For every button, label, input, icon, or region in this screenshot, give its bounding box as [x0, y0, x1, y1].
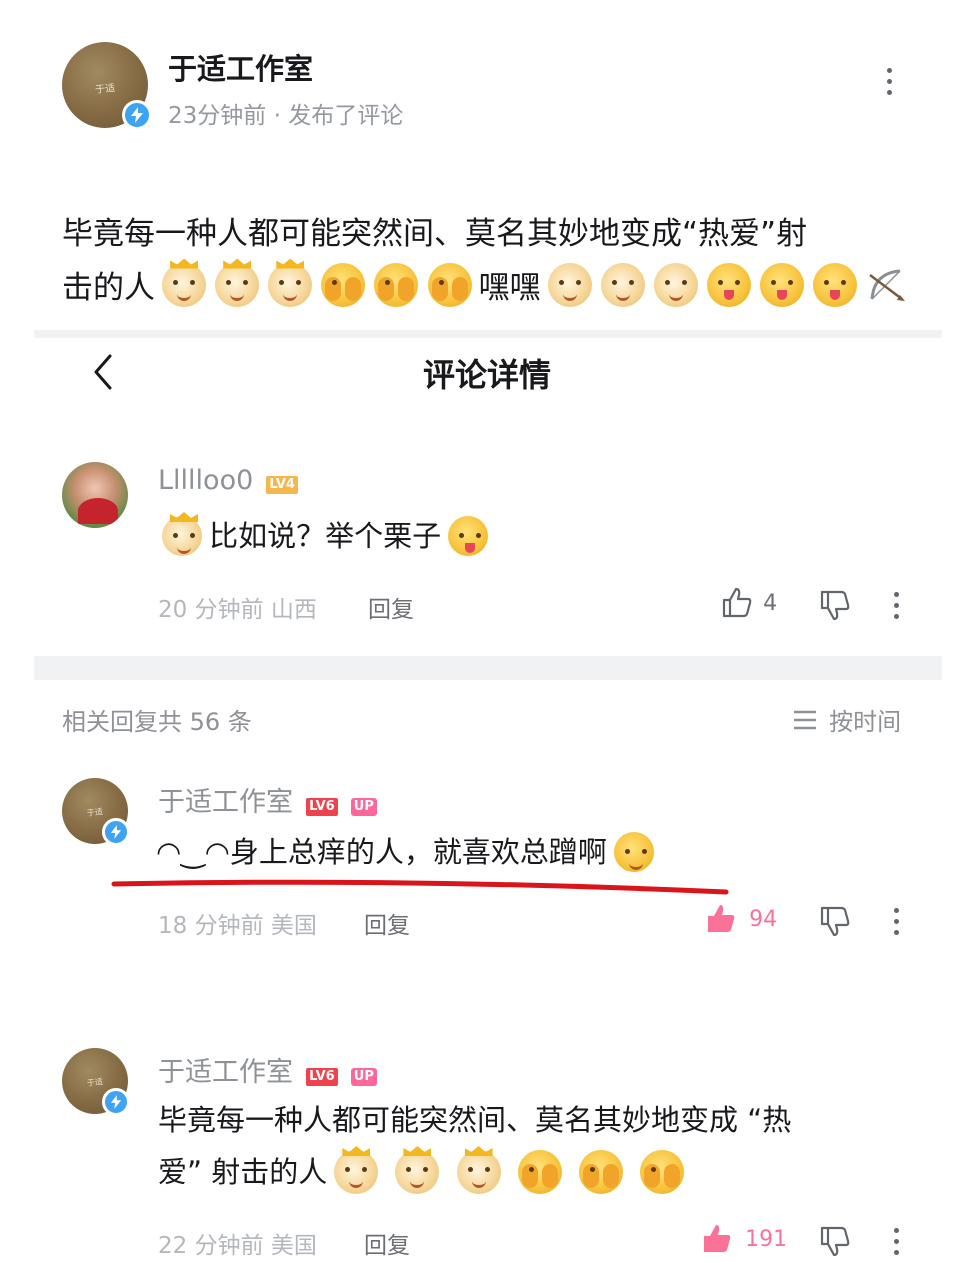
more-options-icon[interactable]	[894, 592, 900, 625]
reply-count-label: 相关回复共 56 条	[62, 708, 252, 736]
like-button[interactable]: 191	[700, 1222, 787, 1256]
bow-arrow-icon	[864, 263, 908, 307]
post-text-prefix: 击的人	[62, 270, 155, 306]
level-badge: LV4	[266, 475, 298, 494]
sort-icon	[794, 710, 816, 729]
like-button[interactable]: 4	[720, 586, 777, 620]
comment-text: 比如说？举个栗子	[160, 510, 490, 560]
reply-user: 于适工作室 LV6 UP	[158, 1050, 377, 1089]
smirk-emoji	[614, 832, 655, 872]
doge-emoji	[547, 262, 592, 307]
more-options-icon[interactable]	[887, 68, 893, 101]
face-cover-emoji	[578, 1150, 623, 1194]
doge-emoji	[600, 262, 645, 307]
level-badge: LV6	[306, 1067, 338, 1086]
post-text-line2: 击的人 嘿嘿	[62, 262, 908, 310]
reply-button[interactable]: 回复	[364, 906, 410, 940]
reply-text-line1: 毕竟每一种人都可能突然间、莫名其妙地变成 “热	[158, 1103, 792, 1137]
doge-emoji	[334, 1150, 379, 1194]
divider	[34, 330, 942, 338]
like-count: 4	[763, 590, 778, 616]
reply-username[interactable]: 于适工作室	[158, 787, 293, 818]
doge-emoji	[456, 1150, 501, 1194]
face-cover-emoji	[321, 262, 366, 307]
thumbs-up-icon	[722, 587, 752, 618]
reply-button[interactable]: 回复	[364, 1226, 410, 1260]
reply-time-location: 18 分钟前 美国	[158, 913, 317, 939]
doge-emoji	[215, 262, 260, 307]
level-badge: LV6	[306, 797, 338, 816]
thumbs-down-icon[interactable]	[818, 1224, 852, 1262]
page-title: 评论详情	[422, 356, 551, 394]
reply-text-body: 爱” 射击的人	[158, 1155, 328, 1189]
thumbs-down-icon[interactable]	[818, 588, 852, 626]
divider	[34, 656, 942, 680]
post-text-line1: 毕竟每一种人都可能突然间、莫名其妙地变成“热爱”射	[62, 216, 808, 252]
post-meta: 23分钟前 · 发布了评论	[168, 103, 404, 129]
tongue-emoji	[760, 262, 805, 307]
reply-time-location: 22 分钟前 美国	[158, 1233, 317, 1259]
doge-emoji	[653, 262, 698, 307]
thumbs-down-icon[interactable]	[818, 904, 852, 942]
sort-button[interactable]: 按时间	[792, 702, 901, 737]
post-author[interactable]: 于适工作室	[168, 46, 313, 88]
red-underline	[111, 879, 729, 895]
face-cover-emoji	[374, 262, 419, 307]
up-badge: UP	[350, 1067, 377, 1086]
like-button[interactable]: 94	[704, 902, 777, 936]
comment-username[interactable]: Lllllοo0	[158, 465, 253, 496]
like-count: 94	[749, 906, 778, 932]
like-count: 191	[745, 1226, 788, 1252]
tongue-emoji	[813, 262, 858, 307]
reply-button[interactable]: 回复	[368, 590, 414, 624]
drool-emoji	[448, 516, 489, 556]
reply-username[interactable]: 于适工作室	[158, 1057, 293, 1088]
comment-time-location: 20 分钟前 山西	[158, 597, 317, 623]
reply-text-line2: 爱” 射击的人	[158, 1146, 686, 1196]
avatar[interactable]	[62, 462, 128, 528]
face-cover-emoji	[517, 1150, 562, 1194]
reply-user: 于适工作室 LV6 UP	[158, 780, 377, 819]
comment-user: Lllllοo0 LV4	[158, 465, 298, 496]
more-options-icon[interactable]	[894, 908, 900, 941]
verified-icon	[102, 1088, 130, 1116]
tongue-emoji	[707, 262, 752, 307]
comment-text-body: 比如说？举个栗子	[209, 519, 442, 553]
doge-emoji	[162, 262, 207, 307]
face-cover-emoji	[427, 262, 472, 307]
verified-icon	[122, 100, 152, 130]
thumbs-up-icon	[704, 1225, 731, 1252]
sort-label: 按时间	[829, 708, 902, 736]
doge-emoji	[162, 516, 202, 556]
doge-emoji	[268, 262, 313, 307]
up-badge: UP	[350, 797, 377, 816]
reply-text: ◠‿◠身上总痒的人，就喜欢总蹭啊	[156, 826, 656, 876]
reply-text-body: ◠‿◠身上总痒的人，就喜欢总蹭啊	[156, 835, 607, 869]
avatar-text: 于适	[94, 82, 116, 96]
post-text-hehe: 嘿嘿	[478, 270, 541, 306]
thumbs-up-icon	[708, 905, 735, 932]
doge-emoji	[395, 1150, 440, 1194]
face-cover-emoji	[639, 1150, 684, 1194]
verified-icon	[102, 818, 130, 846]
